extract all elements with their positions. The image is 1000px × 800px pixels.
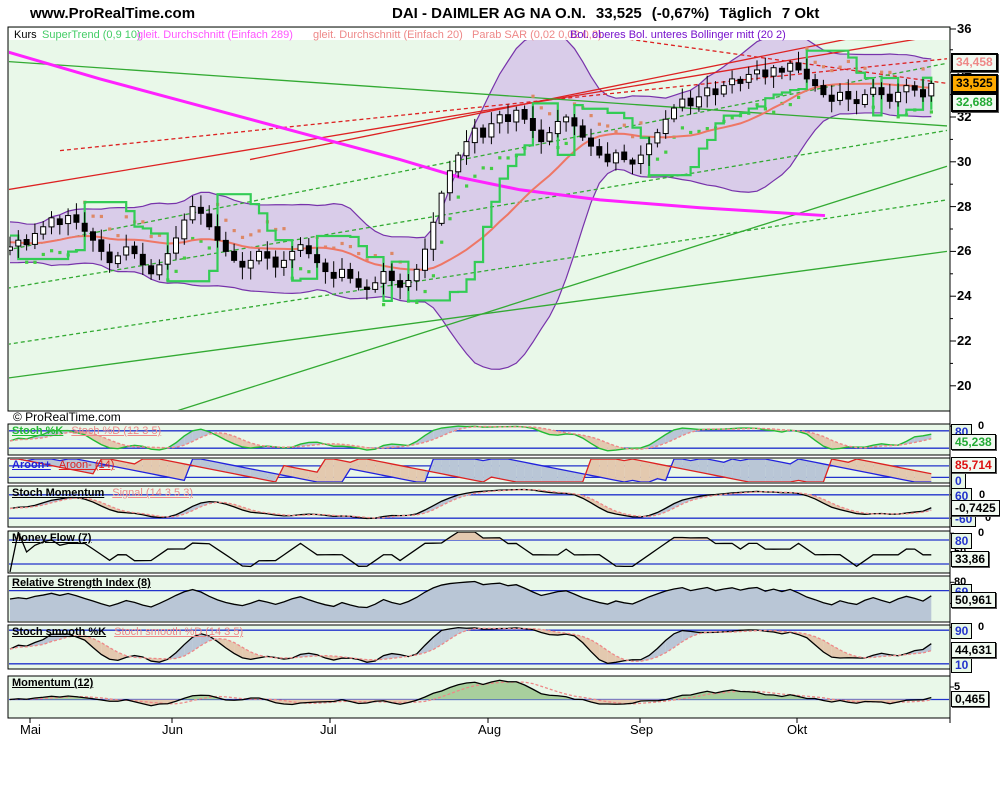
- timeframe: Täglich: [719, 5, 772, 22]
- site-link[interactable]: www.ProRealTime.com: [30, 5, 195, 22]
- price-badge-32,688: 32,688: [951, 92, 998, 112]
- month-label-Okt: Okt: [787, 722, 808, 737]
- panel-label-stochsmooth[interactable]: Stoch smooth %K Stoch smooth %D (14 3 5): [12, 626, 251, 638]
- month-label-Sep: Sep: [630, 722, 654, 737]
- panel-label-part[interactable]: Aroon+: [12, 459, 51, 471]
- legend-item-bollinger[interactable]: Bol. oberes Bol. unteres Bollinger mitt …: [570, 29, 786, 41]
- prorealtime-window: www.ProRealTime.com DAI - DAIMLER AG NA …: [0, 0, 1000, 800]
- panel-label-part[interactable]: Stoch smooth %K: [12, 626, 106, 638]
- panel-label-part[interactable]: Stoch smooth %D (14 3 5): [114, 626, 243, 638]
- panel-label-part[interactable]: Stoch %D (12 3 5): [71, 425, 161, 437]
- month-label-Mai: Mai: [20, 722, 41, 737]
- price-change: (-0,67%): [651, 5, 710, 22]
- value-badge-momentum: 0,465: [951, 691, 990, 708]
- price-axis-label: 36: [957, 21, 972, 36]
- panel-label-part[interactable]: Aroon- (14): [59, 459, 115, 471]
- chart-canvas[interactable]: [0, 0, 1000, 770]
- price-badge-33,525: 33,525: [951, 73, 998, 93]
- copyright-label: © ProRealTime.com: [13, 410, 121, 424]
- price-axis-label: 26: [957, 243, 972, 259]
- value-badge-aroon: 85,714: [951, 457, 996, 474]
- value-badge-moneyflow: 33,86: [951, 551, 990, 568]
- last-price: 33,525: [595, 5, 642, 22]
- price-axis-label: 22: [957, 333, 972, 348]
- value-badge-rsi: 50,961: [951, 591, 996, 608]
- month-label-Aug: Aug: [478, 722, 502, 737]
- value-badge-smi: -0,7425: [951, 499, 1000, 516]
- panel-label-smi[interactable]: Stoch Momentum Signal (14 3 5 3): [12, 487, 201, 499]
- price-axis-label: 30: [957, 153, 972, 169]
- panel-label-part[interactable]: Stoch %K: [12, 425, 63, 437]
- chart-date: 7 Okt: [781, 5, 820, 22]
- value-badge-stoch: 45,238: [951, 433, 996, 450]
- value-badge-stochsmooth: 44,631: [951, 642, 996, 659]
- legend-item-ma20[interactable]: gleit. Durchschnitt (Einfach 20): [313, 29, 463, 41]
- level-badge-aroon-0: 0: [951, 473, 966, 490]
- month-label-Jun: Jun: [162, 722, 183, 737]
- symbol-name: DAI - DAIMLER AG NA O.N.: [392, 5, 586, 22]
- legend-item-ma289[interactable]: gleit. Durchschnitt (Einfach 289): [137, 29, 293, 41]
- chart-title: DAI - DAIMLER AG NA O.N. 33,525 (-0,67%) Tä…: [392, 5, 829, 22]
- legend-item-supertrend[interactable]: SuperTrend (0,9 10): [42, 29, 141, 41]
- price-axis-label: 20: [957, 377, 972, 393]
- panel-label-rsi[interactable]: Relative Strength Index (8): [12, 577, 159, 589]
- price-badge-34,458: 34,458: [951, 52, 998, 72]
- panel-tick-moneyflow: 0: [978, 527, 985, 540]
- panel-label-part[interactable]: Momentum (12): [12, 677, 93, 689]
- price-axis-label: 28: [957, 198, 972, 214]
- level-badge-moneyflow-80: 80: [951, 533, 973, 549]
- panel-tick-stochsmooth: 0: [978, 621, 985, 634]
- panel-tick-stoch: 0: [978, 420, 985, 433]
- panel-label-aroon[interactable]: Aroon+ Aroon- (14): [12, 459, 122, 471]
- panel-label-part[interactable]: Signal (14 3 5 3): [112, 487, 193, 499]
- panel-label-part[interactable]: Money Flow (7): [12, 532, 91, 544]
- level-badge-stochsmooth-90: 90: [951, 623, 973, 640]
- panel-label-moneyflow[interactable]: Money Flow (7): [12, 532, 99, 544]
- level-badge-stochsmooth-10: 10: [951, 656, 973, 673]
- month-label-Jul: Jul: [320, 722, 337, 737]
- legend-item-kurs[interactable]: Kurs: [14, 29, 37, 41]
- price-axis-label: 24: [957, 288, 972, 304]
- panel-label-stoch[interactable]: Stoch %K Stoch %D (12 3 5): [12, 425, 169, 437]
- panel-label-part[interactable]: Relative Strength Index (8): [12, 577, 151, 589]
- panel-label-momentum[interactable]: Momentum (12): [12, 677, 101, 689]
- panel-label-part[interactable]: Stoch Momentum: [12, 487, 104, 499]
